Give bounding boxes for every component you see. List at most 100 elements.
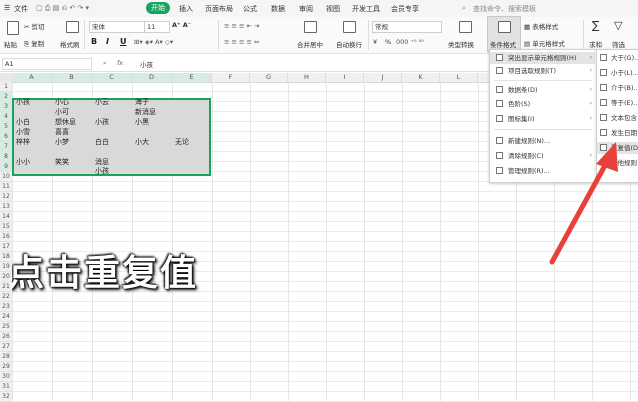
zoom-search-icon[interactable]: ⌕ [103,59,107,68]
submenu-greater-than[interactable]: 大于(G)... [597,52,638,64]
row-header[interactable]: 14 [0,212,12,222]
column-header-b[interactable]: B [52,73,92,82]
selected-range[interactable] [12,98,211,176]
row-header[interactable]: 20 [0,272,12,282]
submenu-between[interactable]: 介于(B)... [597,82,638,94]
auto-wrap-button[interactable]: 自动换行 [336,39,362,49]
cell-b3[interactable]: 小可 [55,108,69,116]
tab-view[interactable]: 视图 [326,4,340,14]
cell-b8[interactable]: 笑笑 [55,158,69,166]
cut-button[interactable]: ✂ 剪切 [24,21,45,31]
decimal-icons[interactable]: 000 ⁺⁰ ⁰⁰ [396,38,424,46]
row-header[interactable]: 17 [0,242,12,252]
cell-a8[interactable]: 小小 [16,158,30,166]
paste-icon[interactable] [7,21,19,35]
currency-button[interactable]: ¥ [373,38,377,46]
cell-style-button[interactable]: ▤ 单元格样式 [524,38,565,48]
sum-icon[interactable]: ∑ [592,19,599,32]
column-header-f[interactable]: F [212,73,250,82]
hamburger-icon[interactable]: ☰ [4,4,10,12]
column-header-d[interactable]: D [132,73,172,82]
tab-developer[interactable]: 开发工具 [352,4,380,14]
menu-item-data-bars[interactable]: 数据条(D) › [490,84,595,96]
menu-item-highlight-rules[interactable]: 突出显示单元格规则(H) › [490,52,595,64]
cell-c4[interactable]: 小孩 [95,118,109,126]
cell-c8[interactable]: 消息 [95,158,109,166]
row-header[interactable]: 18 [0,252,12,262]
copy-button[interactable]: ⎘ 复制 [24,38,44,49]
align-top-icons[interactable]: ≡ ≡ ≡ ⇤ ⇥ [224,22,260,30]
cell-c2[interactable]: 小云 [95,98,109,106]
conditional-format-icon[interactable] [498,21,511,33]
row-header[interactable]: 15 [0,222,12,232]
row-header[interactable]: 31 [0,382,12,392]
cell-a6[interactable]: 梓梓 [16,138,30,146]
border-icon[interactable]: ⊞▾ ◈▾ A▾ ◇▾ [134,38,173,46]
cell-b4[interactable]: 想休息 [55,118,76,126]
type-convert-button[interactable]: 类型转换 [448,39,474,49]
column-header-k[interactable]: K [402,73,440,82]
submenu-less-than[interactable]: 小于(L)... [597,67,638,79]
cell-a5[interactable]: 小雪 [16,128,30,136]
submenu-text-contains[interactable]: 文本包含 [597,112,638,124]
cell-d3[interactable]: 新消息 [135,108,156,116]
search-icon[interactable]: ⌕ [462,4,466,13]
font-name-select[interactable]: 宋体 [89,21,145,33]
row-header[interactable]: 25 [0,322,12,332]
underline-button[interactable]: U [120,37,127,46]
percent-button[interactable]: % [385,38,391,46]
row-header[interactable]: 30 [0,372,12,382]
cell-e6[interactable]: 无论 [175,138,189,146]
paste-button[interactable]: 粘贴 [4,39,17,49]
search-command-input[interactable]: 查找命令、搜索模板 [473,4,536,14]
cell-c9[interactable]: 小孩 [95,167,109,175]
italic-button[interactable]: I [106,37,109,46]
cell-a4[interactable]: 小白 [16,118,30,126]
filter-button[interactable]: 筛选 [612,39,625,49]
row-header[interactable]: 1 [0,82,12,92]
tab-insert[interactable]: 插入 [179,4,193,14]
cell-d2[interactable]: 海子 [135,98,149,106]
tab-review[interactable]: 审阅 [299,4,313,14]
cell-b2[interactable]: 小心 [55,98,69,106]
row-header[interactable]: 22 [0,292,12,302]
row-header[interactable]: 5 [0,122,12,132]
cell-b5[interactable]: 喜喜 [55,128,69,136]
row-header[interactable]: 8 [0,152,12,162]
row-header[interactable]: 3 [0,102,12,112]
filter-icon[interactable]: ▽ [614,19,622,32]
fx-icon[interactable]: fx [117,59,123,67]
merge-center-icon[interactable] [304,21,317,33]
row-header[interactable]: 24 [0,312,12,322]
column-header-g[interactable]: G [250,73,288,82]
column-header-i[interactable]: I [326,73,364,82]
row-header[interactable]: 7 [0,142,12,152]
row-header[interactable]: 29 [0,362,12,372]
tab-formula[interactable]: 公式 [243,4,257,14]
cell-a2[interactable]: 小孩 [16,98,30,106]
row-header[interactable]: 21 [0,282,12,292]
cell-b6[interactable]: 小梦 [55,138,69,146]
auto-wrap-icon[interactable] [343,21,356,33]
cell-reference-box[interactable]: A1 [2,58,92,70]
cell-d4[interactable]: 小黑 [135,118,149,126]
type-convert-icon[interactable] [459,21,472,33]
menu-item-top-rules[interactable]: 项目选取规则(T) › [490,65,595,77]
align-left-icons[interactable]: ≡ ≡ ≡ ≡ ⇔ [224,38,260,46]
cell-d6[interactable]: 小大 [135,138,149,146]
row-header[interactable]: 12 [0,192,12,202]
format-painter-icon[interactable] [66,21,79,33]
tab-start[interactable]: 开始 [146,2,170,14]
row-header[interactable]: 16 [0,232,12,242]
tab-page-layout[interactable]: 页面布局 [205,4,233,14]
menu-item-color-scales[interactable]: 色阶(S) › [490,98,595,110]
submenu-equal-to[interactable]: 等于(E)... [597,97,638,109]
row-header[interactable]: 2 [0,92,12,102]
number-format-select[interactable]: 常规 [372,21,442,33]
merge-center-button[interactable]: 合并居中 [297,39,323,49]
tab-data[interactable]: 数据 [271,4,285,14]
tab-member[interactable]: 会员专享 [391,4,419,14]
quick-access-icons[interactable]: ▢ ⎙ ▤ ⎌ ↶ ↷ ▾ [36,4,89,13]
table-style-button[interactable]: ▦ 表格样式 [524,21,558,31]
column-header-a[interactable]: A [12,73,52,82]
